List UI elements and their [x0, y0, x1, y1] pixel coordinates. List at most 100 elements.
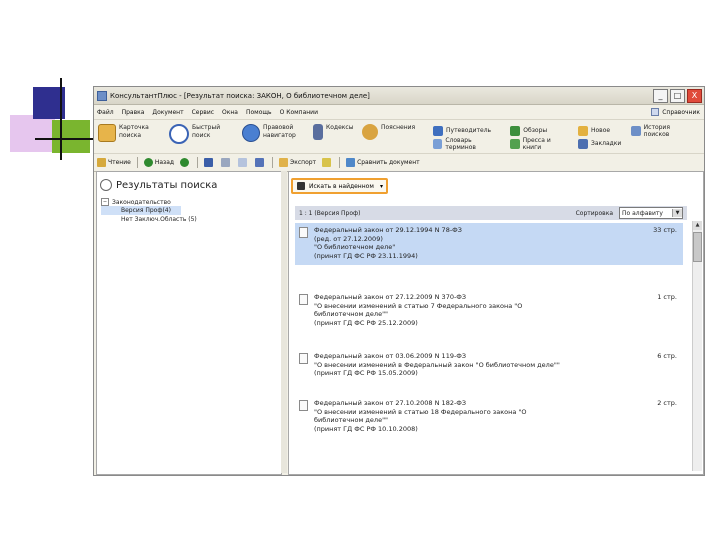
export-label: Экспорт — [290, 159, 317, 166]
minimize-button[interactable]: _ — [653, 88, 668, 103]
back-button[interactable]: Назад — [143, 158, 175, 167]
scroll-thumb[interactable] — [693, 232, 702, 262]
tree-item-prof[interactable]: Версия Проф(4) — [101, 206, 181, 215]
new-button[interactable]: Новое — [577, 124, 621, 137]
quick-search-button[interactable]: Быстрый поиск — [169, 124, 232, 144]
menu-file[interactable]: Файл — [97, 109, 114, 116]
collapse-icon[interactable]: − — [101, 198, 109, 206]
press-review-button[interactable]: Путеводитель — [433, 124, 500, 137]
menu-about[interactable]: О Компании — [280, 109, 318, 116]
document-line: Федеральный закон от 03.06.2009 N 119-ФЗ — [314, 352, 467, 360]
copy-button[interactable] — [238, 158, 249, 167]
search-results-pane: Результаты поиска − Законодательство Вер… — [96, 171, 282, 475]
reference-button[interactable]: Обзоры — [510, 124, 568, 137]
save-icon — [204, 158, 214, 167]
dictionary-button[interactable]: Словарь терминов — [433, 137, 500, 151]
chevron-down-icon[interactable]: ▼ — [672, 209, 682, 217]
copy-icon — [238, 158, 248, 167]
window-title: КонсультантПлюс - [Результат поиска: ЗАК… — [110, 91, 370, 100]
forward-button[interactable] — [180, 158, 191, 167]
consultations-button[interactable]: Пояснения — [362, 124, 423, 140]
compare-button[interactable]: Сравнить документ — [346, 158, 420, 167]
reference-label: Обзоры — [523, 127, 548, 134]
list-item[interactable]: Федеральный закон от 03.06.2009 N 119-ФЗ… — [295, 349, 683, 381]
word-icon — [255, 158, 265, 167]
toolbar-separator — [197, 157, 199, 168]
menu-edit[interactable]: Правка — [122, 109, 145, 116]
menu-document[interactable]: Документ — [152, 109, 183, 116]
list-header: 1 : 1 (Версия Проф) Сортировка По алфави… — [295, 206, 687, 220]
app-window: КонсультантПлюс - [Результат поиска: ЗАК… — [93, 86, 705, 476]
quick-search-label: Быстрый поиск — [192, 124, 221, 139]
legal-navigator-label: Правовой навигатор — [263, 124, 296, 139]
document-line: (принят ГД ФС РФ 25.12.2009) — [314, 318, 418, 327]
guide-icon — [433, 125, 443, 136]
print-icon — [221, 158, 231, 167]
export-icon — [279, 158, 289, 167]
document-line: (принят ГД ФС РФ 15.05.2009) — [314, 369, 418, 377]
document-line: Федеральный закон от 27.10.2008 N 182-ФЗ — [314, 399, 467, 407]
document-icon — [299, 227, 308, 238]
print-button[interactable] — [221, 158, 232, 167]
back-label: Назад — [154, 159, 175, 166]
toolbar-separator — [339, 157, 341, 168]
list-item[interactable]: Федеральный закон от 27.10.2008 N 182-ФЗ… — [295, 396, 683, 436]
bookmark-icon — [577, 138, 588, 149]
books-icon — [313, 124, 323, 140]
decor-green-square — [52, 120, 90, 153]
pencil-icon — [322, 158, 332, 167]
main-toolbar: Карточка поиска Быстрый поиск Правовой н… — [94, 120, 704, 154]
scroll-up-icon[interactable]: ▲ — [693, 221, 702, 230]
results-title: Результаты поиска — [116, 179, 218, 191]
toolbar-group-3: Новое Закладки — [577, 124, 621, 150]
toolbar-separator — [136, 157, 138, 168]
legal-navigator-button[interactable]: Правовой навигатор — [242, 124, 303, 142]
mark-button[interactable] — [322, 158, 333, 167]
press-button[interactable]: Пресса и книги — [510, 137, 568, 151]
document-line: Федеральный закон от 27.12.2009 N 370-ФЗ — [314, 293, 467, 301]
codes-button[interactable]: Кодексы — [313, 124, 353, 140]
maximize-button[interactable]: □ — [670, 88, 685, 103]
press-review-label: Путеводитель — [446, 127, 492, 134]
title-bar: КонсультантПлюс - [Результат поиска: ЗАК… — [94, 87, 704, 105]
document-line: библиотечном деле"" — [314, 416, 389, 424]
word-button[interactable] — [255, 158, 266, 167]
toolbar-group-1: Путеводитель Словарь терминов — [433, 124, 500, 151]
app-icon — [97, 90, 107, 101]
document-line: "О внесении изменений в статью 18 Федера… — [314, 407, 527, 416]
menu-help[interactable]: Помощь — [246, 109, 272, 116]
tree-root[interactable]: − Законодательство — [101, 198, 281, 206]
list-item[interactable]: Федеральный закон от 27.12.2009 N 370-ФЗ… — [295, 290, 683, 330]
toolbar-separator — [272, 157, 274, 168]
save-button[interactable] — [204, 158, 215, 167]
pane-splitter[interactable] — [281, 171, 287, 473]
tree-item-region[interactable]: Нет Заключ.Область (5) — [101, 215, 281, 224]
menu-windows[interactable]: Окна — [222, 109, 238, 116]
document-icon — [299, 400, 308, 411]
vertical-scrollbar[interactable]: ▲ — [692, 221, 702, 471]
card-search-button[interactable]: Карточка поиска — [98, 124, 159, 142]
read-button[interactable]: Чтение — [97, 158, 131, 167]
arrow-left-icon — [143, 158, 153, 167]
people-icon — [362, 124, 378, 140]
menu-bar: Файл Правка Документ Сервис Окна Помощь … — [94, 105, 704, 120]
sort-select[interactable]: По алфавиту ▼ — [619, 207, 683, 219]
page-count: 6 стр. — [657, 352, 677, 360]
read-label: Чтение — [108, 159, 131, 166]
page-count: 1 стр. — [657, 293, 677, 301]
close-button[interactable]: X — [687, 88, 702, 103]
decor-horizontal-line — [35, 138, 95, 140]
menu-right-group[interactable]: Справочник — [651, 108, 700, 116]
search-in-found-button[interactable]: Искать в найденном ▾ — [291, 178, 388, 194]
history-button[interactable]: История поисков — [631, 124, 694, 138]
menu-service[interactable]: Сервис — [192, 109, 214, 116]
sort-label: Сортировка — [575, 209, 613, 217]
export-button[interactable]: Экспорт — [279, 158, 316, 167]
list-item[interactable]: Федеральный закон от 29.12.1994 N 78-ФЗ … — [295, 223, 683, 265]
new-folder-icon — [577, 125, 588, 136]
bookmarks-button[interactable]: Закладки — [577, 137, 621, 150]
toolbar-group-2: Обзоры Пресса и книги — [510, 124, 568, 151]
globe-icon — [242, 124, 260, 142]
press-icon — [510, 138, 520, 149]
document-line: "О внесении изменений в Федеральный зако… — [314, 360, 560, 369]
